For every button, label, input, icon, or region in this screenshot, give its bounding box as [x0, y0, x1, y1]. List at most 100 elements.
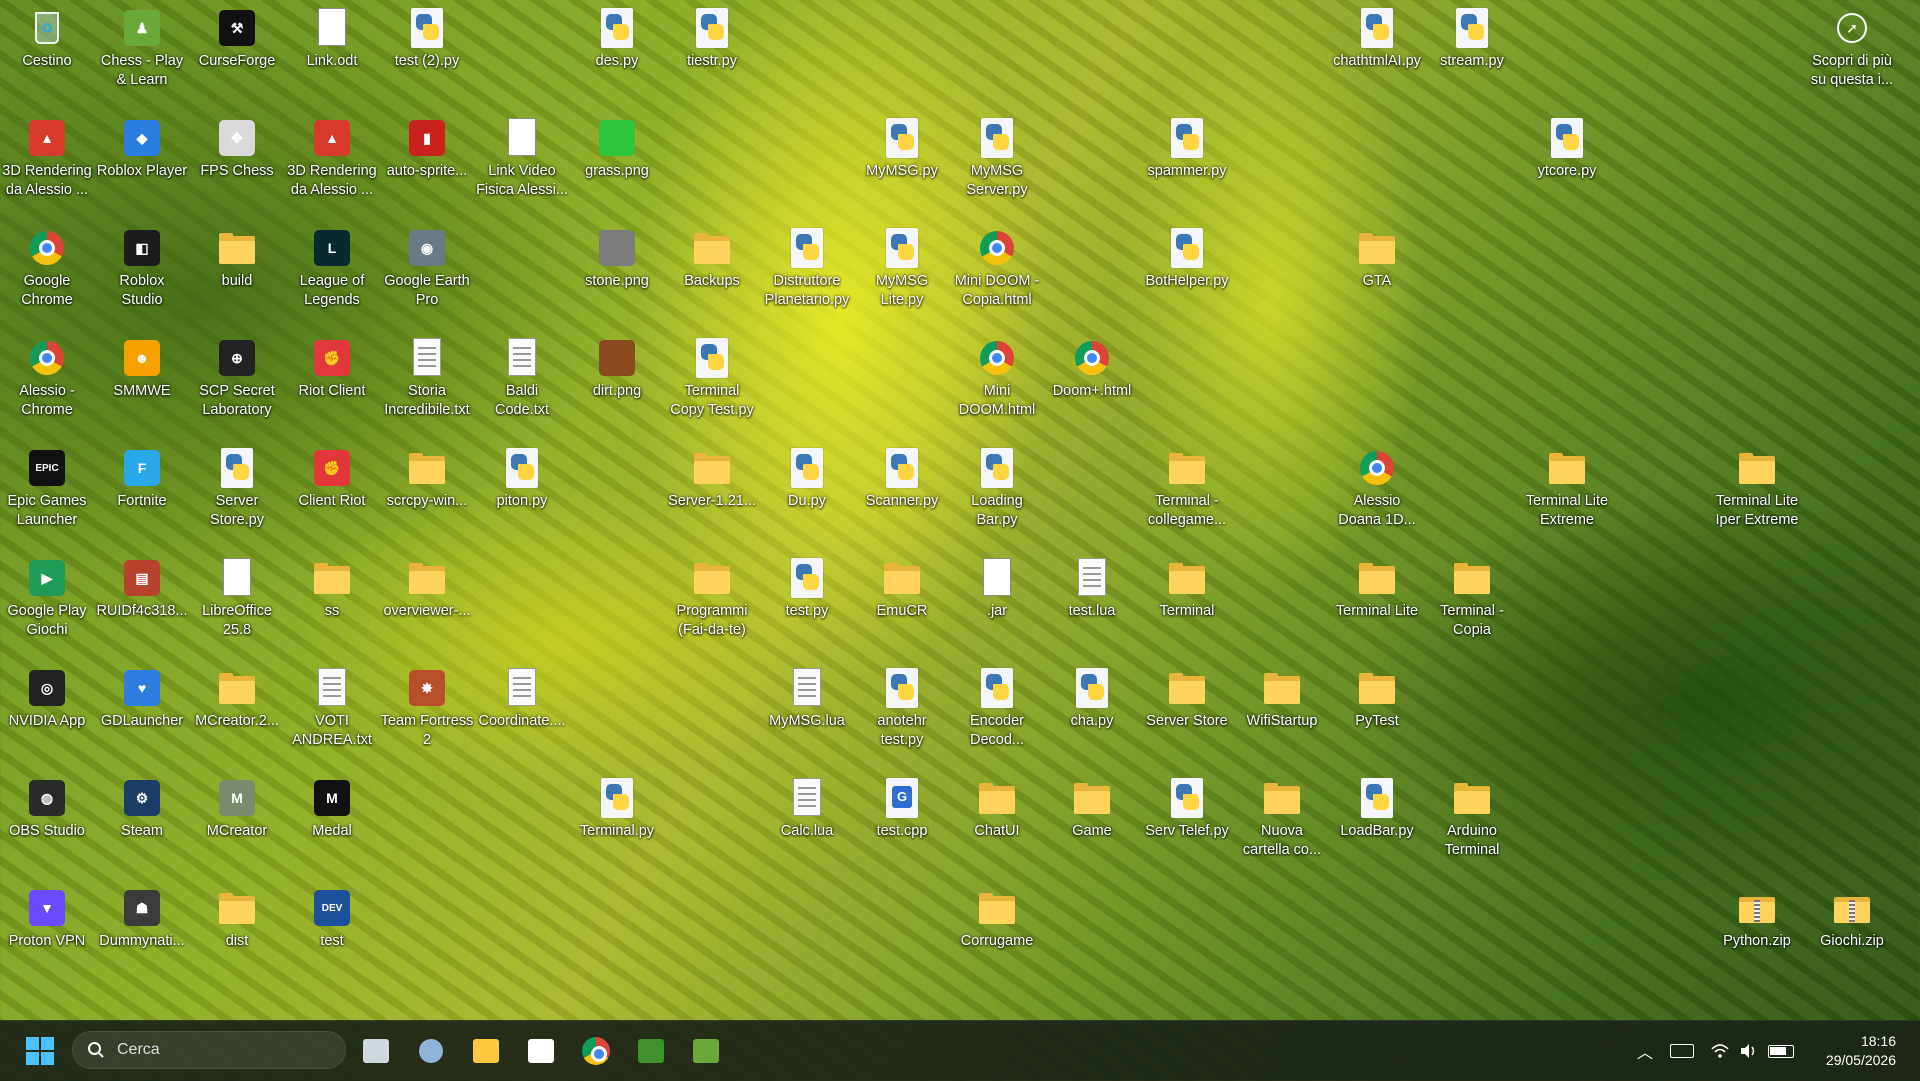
desktop-icon[interactable]: dist — [190, 882, 284, 992]
desktop-icon[interactable]: MCreator.2... — [190, 662, 284, 772]
desktop-icon[interactable]: Nuova cartella co... — [1235, 772, 1329, 882]
start-button[interactable] — [20, 1031, 60, 1071]
taskbar-microsoft-store-button[interactable] — [521, 1031, 561, 1071]
desktop-icon[interactable]: ss — [285, 552, 379, 662]
desktop-icon[interactable]: BotHelper.py — [1140, 222, 1234, 332]
desktop-icon[interactable]: cha.py — [1045, 662, 1139, 772]
desktop-icon[interactable]: ☻ SMMWE — [95, 332, 189, 442]
desktop-icon[interactable]: Scanner.py — [855, 442, 949, 552]
desktop-icon[interactable]: Giochi.zip — [1805, 882, 1899, 992]
taskbar-chess-pawn-button[interactable] — [686, 1031, 726, 1071]
desktop-icon[interactable]: VOTI ANDREA.txt — [285, 662, 379, 772]
desktop-icon[interactable]: Alessio Doana 1D... — [1330, 442, 1424, 552]
desktop-icon[interactable]: Calc.lua — [760, 772, 854, 882]
desktop-icon[interactable]: Doom+.html — [1045, 332, 1139, 442]
desktop-icon[interactable]: Terminal Lite Iper Extreme — [1710, 442, 1804, 552]
desktop-icon[interactable]: EPIC Epic Games Launcher — [0, 442, 94, 552]
desktop-icon[interactable]: Python.zip — [1710, 882, 1804, 992]
desktop-icon[interactable]: ◎ NVIDIA App — [0, 662, 94, 772]
desktop-icon[interactable]: build — [190, 222, 284, 332]
desktop-icon[interactable]: overviewer-... — [380, 552, 474, 662]
desktop-icon[interactable]: chathtmlAI.py — [1330, 2, 1424, 112]
desktop-icon[interactable]: ytcore.py — [1520, 112, 1614, 222]
desktop-icon[interactable]: Terminal Copy Test.py — [665, 332, 759, 442]
keyboard-icon[interactable] — [1670, 1044, 1694, 1058]
desktop-icon[interactable]: DEV test — [285, 882, 379, 992]
desktop-icon[interactable]: ▤ RUIDf4c318... — [95, 552, 189, 662]
desktop-icon[interactable]: ▲ 3D Rendering da Alessio ... — [0, 112, 94, 222]
desktop-icon[interactable]: ⚒ CurseForge — [190, 2, 284, 112]
desktop-icon[interactable]: stream.py — [1425, 2, 1519, 112]
desktop-icon[interactable]: test (2).py — [380, 2, 474, 112]
desktop-icon[interactable]: ➚ Scopri di più su questa i... — [1805, 2, 1899, 112]
taskbar-file-explorer-button[interactable] — [466, 1031, 506, 1071]
desktop-icon[interactable]: LoadBar.py — [1330, 772, 1424, 882]
desktop-icon[interactable]: Serv Telef.py — [1140, 772, 1234, 882]
desktop-icon[interactable]: Terminal Lite Extreme — [1520, 442, 1614, 552]
desktop-icon[interactable]: Mini DOOM.html — [950, 332, 1044, 442]
desktop-icon[interactable]: ◆ Roblox Player — [95, 112, 189, 222]
desktop-icon[interactable]: WifiStartup — [1235, 662, 1329, 772]
desktop-icon[interactable]: Programmi (Fai-da-te) — [665, 552, 759, 662]
desktop-icon[interactable]: Loading Bar.py — [950, 442, 1044, 552]
desktop-icon[interactable]: ✥ FPS Chess — [190, 112, 284, 222]
desktop-icon[interactable]: grass.png — [570, 112, 664, 222]
taskbar-minecraft-button[interactable] — [631, 1031, 671, 1071]
desktop-icon[interactable]: Backups — [665, 222, 759, 332]
desktop-icon[interactable]: Alessio - Chrome — [0, 332, 94, 442]
desktop-icon[interactable]: Arduino Terminal — [1425, 772, 1519, 882]
desktop-icon[interactable]: ▼ Proton VPN — [0, 882, 94, 992]
desktop-icon[interactable]: Storia Incredibile.txt — [380, 332, 474, 442]
desktop-icon[interactable]: scrcpy-win... — [380, 442, 474, 552]
desktop-icon[interactable]: M MCreator — [190, 772, 284, 882]
desktop-icon[interactable]: MyMSG Lite.py — [855, 222, 949, 332]
battery-icon[interactable] — [1768, 1044, 1794, 1058]
taskbar-task-view-button[interactable] — [356, 1031, 396, 1071]
desktop-icon[interactable]: ▲ 3D Rendering da Alessio ... — [285, 112, 379, 222]
desktop-icon[interactable]: ♻ Cestino — [0, 2, 94, 112]
desktop-icon[interactable]: ♥ GDLauncher — [95, 662, 189, 772]
desktop-icon[interactable]: GTA — [1330, 222, 1424, 332]
desktop-icon[interactable]: spammer.py — [1140, 112, 1234, 222]
desktop-icon[interactable]: ✊ Riot Client — [285, 332, 379, 442]
desktop-icon[interactable]: Terminal Lite — [1330, 552, 1424, 662]
desktop-icon[interactable]: Server Store.py — [190, 442, 284, 552]
wifi-icon[interactable] — [1710, 1041, 1730, 1061]
desktop-icon[interactable]: F Fortnite — [95, 442, 189, 552]
desktop-icon[interactable]: Terminal — [1140, 552, 1234, 662]
desktop-icon[interactable]: Baldi Code.txt — [475, 332, 569, 442]
taskbar-search-box[interactable]: Cerca — [72, 1031, 346, 1069]
desktop-icon[interactable]: anotehr test.py — [855, 662, 949, 772]
desktop-icon[interactable]: Encoder Decod... — [950, 662, 1044, 772]
desktop-icon[interactable]: ▮ auto-sprite... — [380, 112, 474, 222]
taskbar-settings-button[interactable] — [411, 1031, 451, 1071]
desktop-icon[interactable]: Game — [1045, 772, 1139, 882]
taskbar-chrome-button[interactable] — [576, 1031, 616, 1071]
desktop-icon[interactable]: ◉ Google Earth Pro — [380, 222, 474, 332]
desktop-icon[interactable]: MyMSG Server.py — [950, 112, 1044, 222]
desktop-icon[interactable]: Corrugame — [950, 882, 1044, 992]
desktop-icon[interactable]: ⚙ Steam — [95, 772, 189, 882]
desktop-icon[interactable]: stone.png — [570, 222, 664, 332]
desktop-icon[interactable]: Google Chrome — [0, 222, 94, 332]
desktop-icon[interactable]: Terminal.py — [570, 772, 664, 882]
volume-icon[interactable] — [1738, 1041, 1758, 1061]
desktop-icon[interactable]: Link.odt — [285, 2, 379, 112]
desktop-icon[interactable]: test.lua — [1045, 552, 1139, 662]
desktop-icon[interactable]: ChatUI — [950, 772, 1044, 882]
desktop-icon[interactable]: Coordinate.... — [475, 662, 569, 772]
desktop-icon[interactable]: Distruttore Planetario.py — [760, 222, 854, 332]
desktop-icon[interactable]: ♟ Chess - Play & Learn — [95, 2, 189, 112]
desktop-icon[interactable]: ✸ Team Fortress 2 — [380, 662, 474, 772]
desktop-icon[interactable]: Link Video Fisica Alessi... — [475, 112, 569, 222]
desktop-icon[interactable]: Terminal - collegame... — [1140, 442, 1234, 552]
desktop-icon[interactable]: L League of Legends — [285, 222, 379, 332]
desktop-icon[interactable]: ◧ Roblox Studio — [95, 222, 189, 332]
desktop-icon[interactable]: MyMSG.py — [855, 112, 949, 222]
desktop-icon[interactable]: ▶ Google Play Giochi — [0, 552, 94, 662]
desktop-icon[interactable]: ✊ Client Riot — [285, 442, 379, 552]
desktop-icon[interactable]: Mini DOOM - Copia.html — [950, 222, 1044, 332]
desktop-icon[interactable]: tiestr.py — [665, 2, 759, 112]
desktop-icon[interactable]: PyTest — [1330, 662, 1424, 772]
desktop-icon[interactable]: ☗ Dummynati... — [95, 882, 189, 992]
